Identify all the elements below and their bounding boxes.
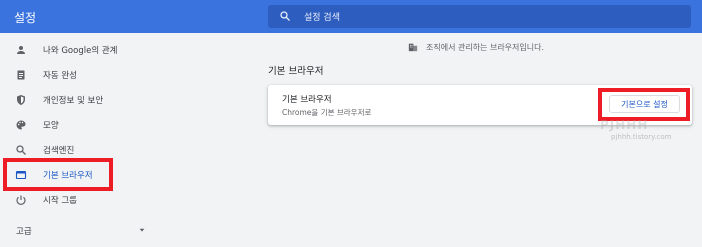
page-title: 설정 xyxy=(14,11,37,25)
sidebar-item-label: 개인정보 및 보안 xyxy=(43,96,104,106)
building-icon xyxy=(408,43,418,52)
sidebar-item-label: 자동 완성 xyxy=(43,71,77,81)
managed-notice: 조직에서 관리하는 브라우저입니다. xyxy=(408,40,544,54)
sidebar-item-on-startup[interactable]: 시작 그룹 xyxy=(0,188,160,212)
advanced-toggle[interactable]: 고급 xyxy=(16,225,32,237)
clipboard-icon xyxy=(14,68,28,82)
watermark-url: pjhhh.tistory.com xyxy=(611,133,672,141)
card-title: 기본 브라우저 xyxy=(282,95,332,105)
default-browser-highlight xyxy=(3,158,113,191)
power-icon xyxy=(14,193,28,207)
sidebar-item-appearance[interactable]: 모양 xyxy=(0,113,160,137)
shield-icon xyxy=(14,93,28,107)
caret-down-icon[interactable] xyxy=(138,226,146,234)
search-icon xyxy=(14,143,28,157)
managed-notice-text: 조직에서 관리하는 브라우저입니다. xyxy=(426,42,545,52)
sidebar-item-you-and-google[interactable]: 나와 Google의 관계 xyxy=(0,38,160,62)
app-header: 설정 설정 검색 xyxy=(0,0,702,33)
section-title: 기본 브라우저 xyxy=(268,66,324,77)
sidebar-item-label: 시작 그룹 xyxy=(43,196,77,206)
person-icon xyxy=(14,43,28,57)
search-icon xyxy=(280,11,290,21)
sidebar-item-label: 모양 xyxy=(43,121,59,131)
palette-icon xyxy=(14,118,28,132)
sidebar-item-label: 나와 Google의 관계 xyxy=(43,46,118,56)
search-input[interactable]: 설정 검색 xyxy=(268,5,691,28)
sidebar-item-label: 검색엔진 xyxy=(43,146,75,156)
card-subtitle: Chrome을 기본 브라우저로 xyxy=(282,108,372,117)
sidebar-item-privacy-security[interactable]: 개인정보 및 보안 xyxy=(0,88,160,112)
search-placeholder: 설정 검색 xyxy=(304,13,340,23)
watermark-logo: PJHHH xyxy=(600,118,649,132)
make-default-button[interactable]: 기본으로 설정 xyxy=(609,95,680,113)
sidebar-item-autofill[interactable]: 자동 완성 xyxy=(0,63,160,87)
